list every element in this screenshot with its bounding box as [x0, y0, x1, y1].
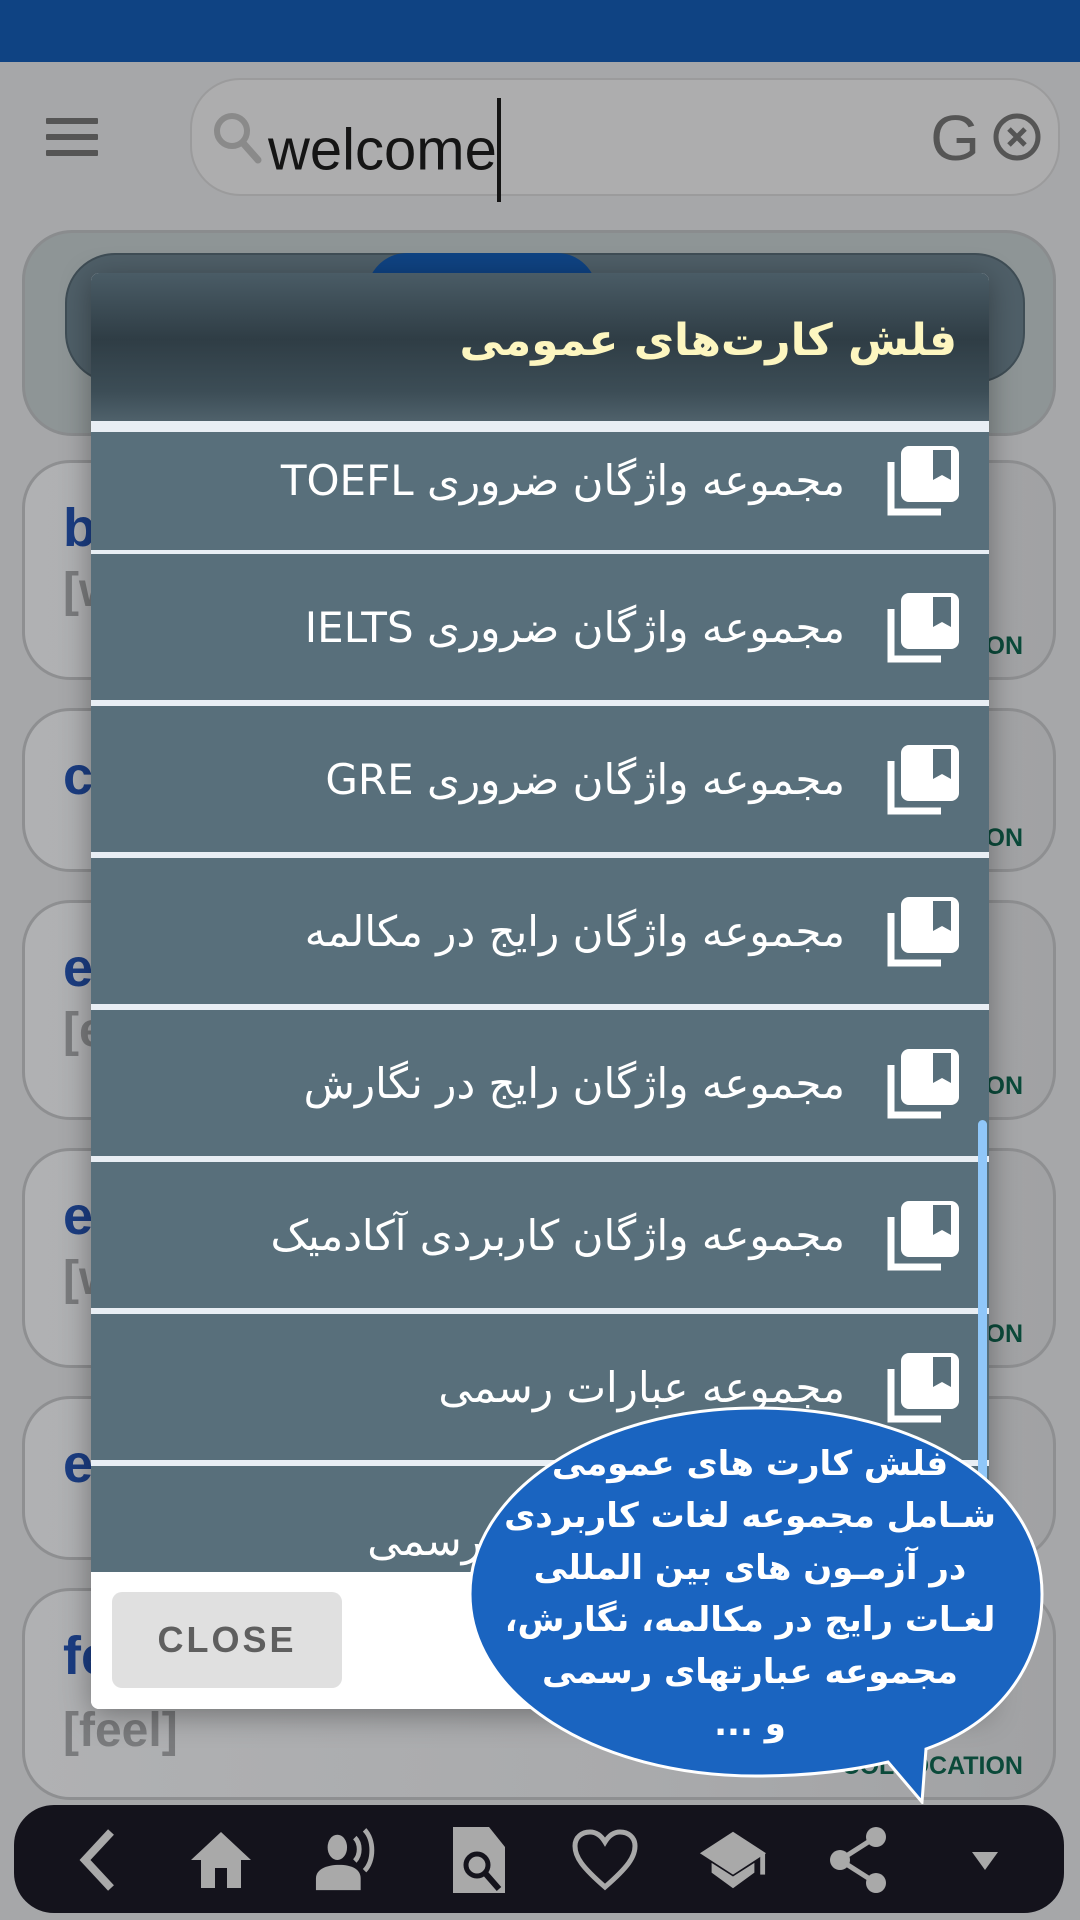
card-word: c: [63, 746, 94, 806]
home-button[interactable]: [186, 1825, 256, 1895]
dialog-header: فلش کارت‌های عمومی: [91, 273, 989, 421]
text-caret: [496, 98, 501, 202]
share-icon: [830, 1827, 886, 1893]
card-tag: ON: [985, 824, 1024, 852]
chevron-left-icon: [79, 1829, 114, 1891]
search-icon: [214, 113, 262, 164]
document-search-icon: [453, 1827, 505, 1893]
bubble-line: مجموعه عبارتهای رسمی: [542, 1652, 958, 1692]
flashcard-collection-icon: [887, 1047, 959, 1119]
list-item-ielts[interactable]: مجموعه واژگان ضروری IELTS: [91, 554, 989, 700]
list-item-label: مجموعه واژگان ضروری GRE: [325, 754, 845, 804]
flashcard-collection-icon: [887, 895, 959, 967]
status-bar: [0, 0, 1080, 62]
list-item-label: مجموعه واژگان رایج در نگارش: [303, 1058, 845, 1108]
graduation-cap-icon: [699, 1831, 767, 1889]
list-item-academic[interactable]: مجموعه واژگان کاربردی آکادمیک: [91, 1162, 989, 1308]
bubble-line: در آزمـون های بین المللی: [533, 1548, 967, 1588]
search-input-value: welcome: [268, 117, 497, 183]
share-button[interactable]: [824, 1825, 894, 1895]
voice-speaker-icon: [315, 1828, 375, 1891]
card-word: e: [63, 1434, 94, 1494]
bottom-navigation-bar: [14, 1805, 1064, 1913]
card-word: e: [63, 1186, 94, 1246]
card-phonetic: [feel]: [63, 1704, 178, 1757]
hamburger-menu-icon[interactable]: [46, 118, 98, 158]
list-item-conversation[interactable]: مجموعه واژگان رایج در مکالمه: [91, 858, 989, 1004]
card-tag: ON: [985, 1072, 1024, 1100]
learning-button[interactable]: [698, 1825, 768, 1895]
back-button[interactable]: [62, 1825, 132, 1895]
favorites-button[interactable]: [570, 1825, 640, 1895]
bubble-line: و ...: [714, 1704, 786, 1744]
dialog-title: فلش کارت‌های عمومی: [459, 315, 957, 366]
flashcard-collection-icon: [887, 743, 959, 815]
home-icon: [191, 1832, 251, 1888]
bubble-line: فلش کارت های عمومی: [551, 1444, 949, 1484]
list-item-writing[interactable]: مجموعه واژگان رایج در نگارش: [91, 1010, 989, 1156]
pronunciation-button[interactable]: [314, 1825, 384, 1895]
bubble-line: شـامل مجموعه لغات کاربردی: [504, 1496, 996, 1536]
close-button[interactable]: CLOSE: [112, 1592, 342, 1688]
clear-circle-icon[interactable]: [992, 112, 1042, 162]
dropdown-arrow-icon: [972, 1852, 998, 1870]
divider: [91, 421, 989, 432]
more-button[interactable]: [950, 1825, 1020, 1895]
google-translate-icon[interactable]: G: [930, 104, 980, 172]
list-item-label: مجموعه واژگان ضروری TOEFL: [280, 455, 845, 505]
list-item-gre[interactable]: مجموعه واژگان ضروری GRE: [91, 706, 989, 852]
card-tag: ON: [985, 632, 1024, 660]
card-tag: ON: [985, 1320, 1024, 1348]
heart-icon: [572, 1829, 638, 1891]
flashcard-collection-icon: [887, 444, 959, 516]
flashcard-collection-icon: [887, 1199, 959, 1271]
list-item-label: مجموعه واژگان رایج در مکالمه: [304, 906, 845, 956]
list-item-toefl[interactable]: مجموعه واژگان ضروری TOEFL: [91, 432, 989, 550]
bubble-line: لغـات رایج در مکالمه، نگارش،: [504, 1600, 996, 1640]
search-input[interactable]: welcome: [268, 98, 501, 206]
flashcard-collection-list[interactable]: مجموعه واژگان ضروری TOEFL مجموعه واژگان …: [91, 432, 989, 1572]
search-bar[interactable]: welcome G: [190, 78, 1060, 202]
tooltip-bubble-text: فلش کارت های عمومی شـامل مجموعه لغات کار…: [490, 1438, 1010, 1750]
list-item-label: مجموعه واژگان ضروری IELTS: [304, 602, 845, 652]
search-document-button[interactable]: [444, 1825, 514, 1895]
flashcard-collection-icon: [887, 591, 959, 663]
list-item-label: مجموعه واژگان کاربردی آکادمیک: [270, 1210, 845, 1260]
card-word: e: [63, 938, 94, 998]
